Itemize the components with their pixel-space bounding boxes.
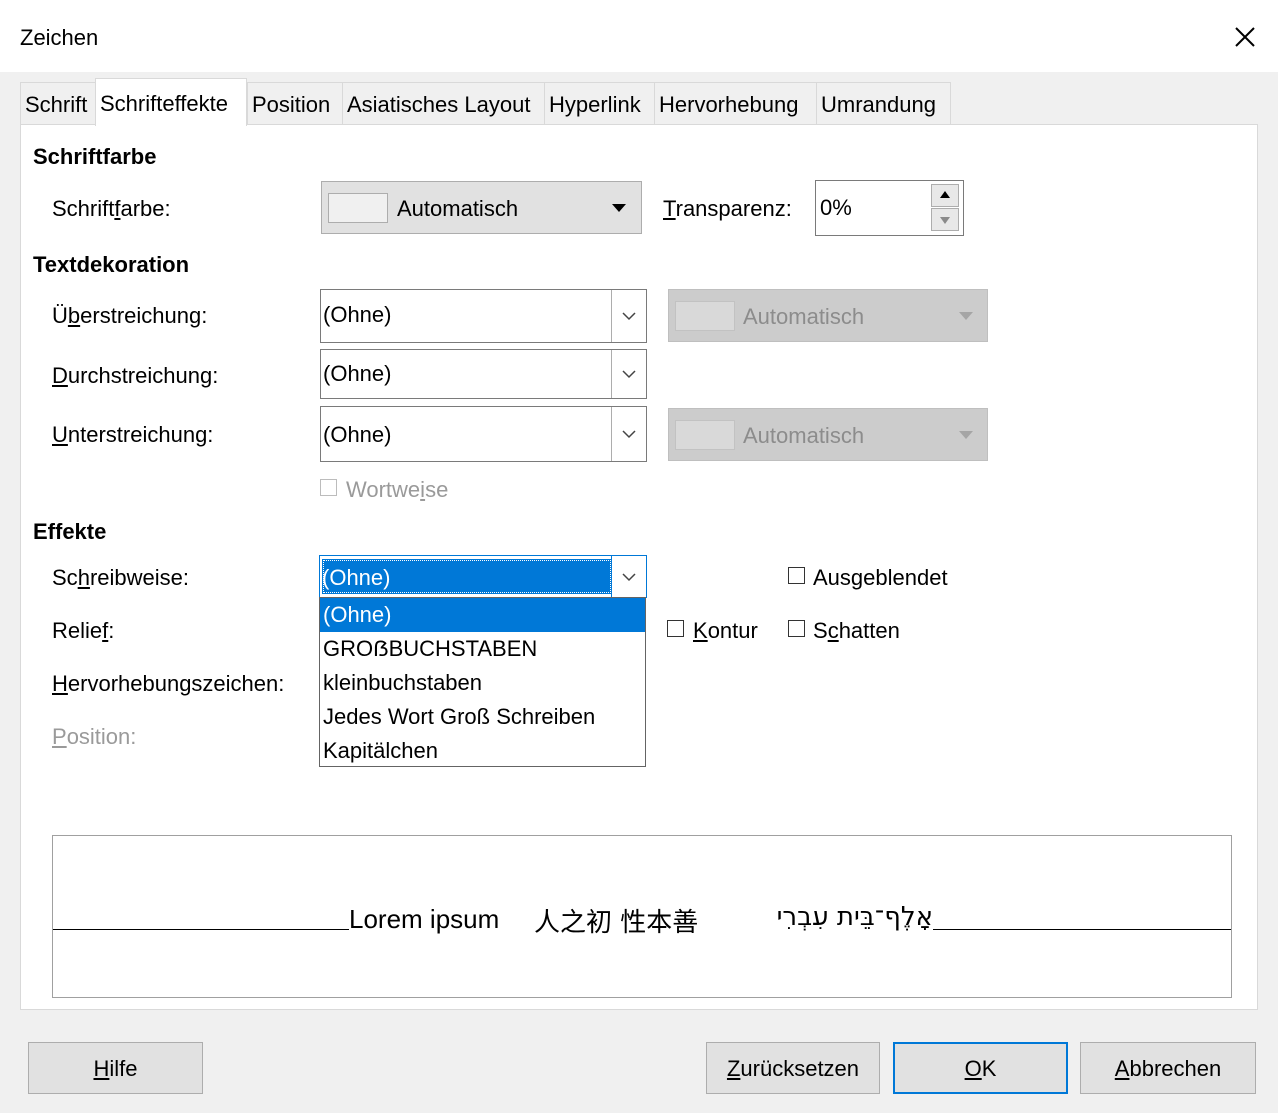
underline-color-dropdown[interactable]: Automatisch xyxy=(668,408,988,461)
preview-baseline-left xyxy=(53,929,349,930)
case-option-uppercase[interactable]: GROẞBUCHSTABEN xyxy=(320,632,645,666)
color-swatch xyxy=(675,420,735,450)
chevron-down-icon xyxy=(611,350,646,398)
tab-label: Asiatisches Layout xyxy=(347,92,531,117)
font-color-label: Schriftfarbe: xyxy=(52,196,171,221)
case-option-none[interactable]: (Ohne) xyxy=(320,598,645,632)
color-swatch xyxy=(328,193,388,223)
spin-up-button[interactable] xyxy=(931,184,959,207)
tab-schrifteffekte[interactable]: Schrifteffekte xyxy=(95,78,247,126)
underline-value: (Ohne) xyxy=(323,422,392,447)
arrow-up-icon xyxy=(940,191,950,198)
strikethrough-value: (Ohne) xyxy=(323,361,392,386)
underline-select[interactable]: (Ohne) xyxy=(320,406,647,462)
section-title-decoration: Textdekoration xyxy=(33,252,190,277)
overline-color-dropdown[interactable]: Automatisch xyxy=(668,289,988,342)
case-value: (Ohne) xyxy=(322,565,391,590)
ok-button[interactable]: OK xyxy=(893,1042,1068,1094)
tab-label: Umrandung xyxy=(821,92,936,117)
font-color-dropdown[interactable]: Automatisch xyxy=(321,181,642,234)
chevron-down-icon xyxy=(611,290,646,342)
section-title-effects: Effekte xyxy=(33,519,107,544)
dropdown-arrow-icon xyxy=(612,204,626,212)
shadow-checkbox[interactable] xyxy=(788,620,805,637)
arrow-down-icon xyxy=(940,217,950,224)
case-option-capitalize[interactable]: Jedes Wort Groß Schreiben xyxy=(320,700,645,734)
tab-asiatisches-layout[interactable]: Asiatisches Layout xyxy=(342,82,545,124)
spin-down-button[interactable] xyxy=(931,208,959,231)
window-title: Zeichen xyxy=(20,25,99,50)
font-color-value: Automatisch xyxy=(397,196,519,221)
case-label: Schreibweise: xyxy=(52,565,189,590)
transparency-label: Transparenz: xyxy=(663,196,792,221)
preview-baseline-right xyxy=(933,929,1231,930)
underline-label: Unterstreichung: xyxy=(52,422,214,447)
outline-label: Kontur xyxy=(693,618,758,643)
preview-cjk-text: 人之初 性本善 xyxy=(534,908,699,938)
hidden-checkbox[interactable] xyxy=(788,567,805,584)
wordwise-checkbox[interactable] xyxy=(320,479,337,496)
case-select[interactable]: (Ohne) xyxy=(319,555,647,598)
case-option-lowercase[interactable]: kleinbuchstaben xyxy=(320,666,645,700)
tab-label: Hervorhebung xyxy=(659,92,799,117)
color-swatch xyxy=(675,301,735,331)
tab-label: Schrift xyxy=(25,92,88,117)
dropdown-arrow-icon xyxy=(959,312,973,320)
tab-hyperlink[interactable]: Hyperlink xyxy=(544,82,655,124)
overline-label: Überstreichung: xyxy=(52,303,208,328)
dropdown-arrow-icon xyxy=(959,431,973,439)
emphasis-label: Hervorhebungszeichen: xyxy=(52,671,285,696)
wordwise-label: Wortweise xyxy=(346,477,449,502)
chevron-down-icon xyxy=(611,407,646,461)
reset-button[interactable]: Zurücksetzen xyxy=(706,1042,880,1094)
tab-hervorhebung[interactable]: Hervorhebung xyxy=(654,82,817,124)
title-bar xyxy=(0,0,1278,72)
tab-position[interactable]: Position xyxy=(247,82,343,124)
preview-hebrew-text: אָלֶף־בֵּית עִבְרִי xyxy=(776,902,933,932)
overline-select[interactable]: (Ohne) xyxy=(320,289,647,343)
case-dropdown-list[interactable]: (Ohne) GROẞBUCHSTABEN kleinbuchstaben Je… xyxy=(319,597,646,767)
strikethrough-select[interactable]: (Ohne) xyxy=(320,349,647,399)
tab-schrift[interactable]: Schrift xyxy=(20,82,96,124)
overline-color-value: Automatisch xyxy=(743,304,865,329)
shadow-label: Schatten xyxy=(813,618,900,643)
section-title-font-color: Schriftfarbe xyxy=(33,144,157,169)
close-icon[interactable] xyxy=(1228,20,1262,54)
chevron-down-icon xyxy=(611,556,646,597)
tab-label: Hyperlink xyxy=(549,92,641,117)
tab-label: Position xyxy=(252,92,331,117)
hidden-label: Ausgeblendet xyxy=(813,565,948,590)
outline-checkbox[interactable] xyxy=(667,620,684,637)
position-label: Position: xyxy=(52,724,137,749)
strikethrough-label: Durchstreichung: xyxy=(52,363,219,388)
tab-label: Schrifteffekte xyxy=(100,91,228,116)
preview-box: Lorem ipsum 人之初 性本善 אָלֶף־בֵּית עִבְרִי xyxy=(52,835,1232,998)
relief-label: Relief: xyxy=(52,618,115,643)
transparency-value: 0% xyxy=(820,195,852,220)
cancel-button[interactable]: Abbrechen xyxy=(1080,1042,1256,1094)
case-option-small-caps[interactable]: Kapitälchen xyxy=(320,734,645,768)
preview-latin-text: Lorem ipsum xyxy=(349,904,500,934)
underline-color-value: Automatisch xyxy=(743,423,865,448)
transparency-spinbox[interactable]: 0% xyxy=(815,180,964,236)
help-button[interactable]: Hilfe xyxy=(28,1042,203,1094)
tab-umrandung[interactable]: Umrandung xyxy=(816,82,951,124)
overline-value: (Ohne) xyxy=(323,302,392,327)
